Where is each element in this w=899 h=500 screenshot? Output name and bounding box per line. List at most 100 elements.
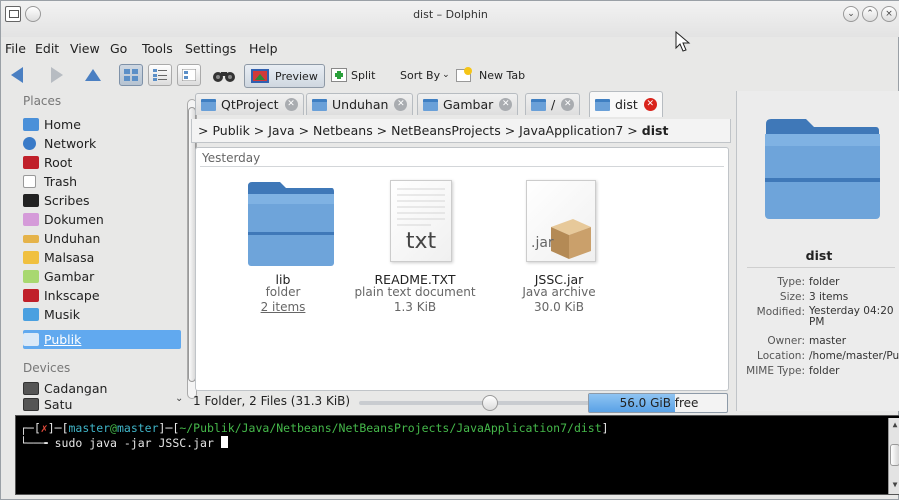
free-space-bar[interactable]: 56.0 GiB free: [588, 393, 728, 413]
menu-edit[interactable]: Edit: [35, 41, 59, 56]
info-value: 3 items: [809, 291, 849, 303]
tab-label: Unduhan: [332, 97, 389, 112]
places-header: Places: [23, 94, 62, 108]
new-tab-button[interactable]: New Tab: [456, 62, 525, 88]
tab-qtproject[interactable]: QtProject ✕: [195, 93, 304, 115]
preview-label: Preview: [275, 69, 318, 83]
close-tab-icon[interactable]: ✕: [561, 98, 575, 111]
place-publik[interactable]: Publik: [23, 330, 181, 349]
close-tab-icon[interactable]: ✕: [284, 98, 298, 111]
info-key: Modified:: [756, 306, 805, 318]
preview-icon: [251, 69, 269, 83]
downloads-folder-icon: [23, 234, 39, 243]
chevron-down-icon[interactable]: ⌄: [175, 393, 183, 404]
place-label: Home: [44, 117, 81, 132]
split-button[interactable]: Split: [331, 62, 375, 88]
place-musik[interactable]: Musik: [23, 305, 181, 324]
terminal-scroll-thumb[interactable]: [890, 444, 899, 466]
place-dokumen[interactable]: Dokumen: [23, 210, 181, 229]
place-malsasa[interactable]: Malsasa: [23, 248, 181, 267]
back-button[interactable]: [11, 62, 23, 88]
menu-tools[interactable]: Tools: [142, 41, 173, 56]
terminal-scrollbar[interactable]: ▲ ▼: [888, 418, 899, 494]
toolbar: Preview Split Sort By ⌄ New Tab: [1, 61, 899, 91]
preview-button[interactable]: Preview: [244, 64, 325, 88]
tab-bar: QtProject ✕ Unduhan ✕ Gambar ✕ / ✕ dist ✕: [191, 91, 731, 117]
forward-button[interactable]: [51, 62, 63, 88]
place-root[interactable]: Root: [23, 153, 181, 172]
public-folder-icon: [23, 333, 39, 346]
tab-unduhan[interactable]: Unduhan ✕: [306, 93, 414, 115]
icons-view-button[interactable]: [119, 64, 143, 86]
place-label: Publik: [44, 332, 82, 347]
info-key: Type:: [777, 276, 805, 288]
tab-root[interactable]: / ✕: [525, 93, 581, 115]
file-type: plain text document: [354, 285, 476, 299]
find-button[interactable]: [212, 62, 236, 88]
compact-view-button[interactable]: [148, 64, 172, 86]
place-network[interactable]: Network: [23, 134, 181, 153]
zoom-slider[interactable]: [359, 395, 589, 411]
menu-help[interactable]: Help: [249, 41, 278, 56]
terminal-command-line[interactable]: └──╼ sudo java -jar JSSC.jar: [20, 436, 228, 450]
trash-icon: [23, 175, 36, 188]
device-satu[interactable]: Satu: [23, 398, 181, 411]
place-gambar[interactable]: Gambar: [23, 267, 181, 286]
folder-icon: [312, 98, 327, 111]
place-home[interactable]: Home: [23, 115, 181, 134]
breadcrumb-path[interactable]: > Publik > Java > Netbeans > NetBeansPro…: [198, 123, 638, 138]
sort-by-label: Sort By: [400, 68, 441, 82]
place-trash[interactable]: Trash: [23, 172, 181, 191]
place-label: Trash: [44, 174, 78, 189]
device-label: Cadangan: [44, 381, 108, 396]
close-tab-icon[interactable]: ✕: [499, 98, 513, 111]
menu-settings[interactable]: Settings: [185, 41, 236, 56]
terminal-command: sudo java -jar JSSC.jar: [54, 436, 221, 450]
new-tab-label: New Tab: [479, 68, 526, 82]
malsasa-folder-icon: [23, 251, 39, 264]
title-bar[interactable]: dist – Dolphin ⌄ ⌃ ×: [1, 1, 899, 37]
zoom-slider-knob[interactable]: [482, 395, 499, 411]
tab-gambar[interactable]: Gambar ✕: [417, 93, 519, 115]
place-label: Gambar: [44, 269, 95, 284]
file-size: 30.0 KiB: [534, 300, 584, 314]
minimize-icon[interactable]: ⌄: [843, 6, 859, 22]
place-inkscape[interactable]: Inkscape: [23, 286, 181, 305]
close-window-icon[interactable]: ×: [881, 6, 897, 22]
place-label: Unduhan: [44, 231, 101, 246]
menu-go[interactable]: Go: [110, 41, 127, 56]
terminal-prompt-line: ┌─[✗]─[master@master]─[~/Publik/Java/Net…: [20, 421, 609, 435]
tab-dist[interactable]: dist ✕: [589, 91, 663, 117]
drive-icon: [23, 382, 39, 395]
home-folder-icon: [23, 118, 39, 131]
file-extra[interactable]: 2 items: [218, 300, 348, 314]
jar-glyph: .jar: [531, 235, 554, 251]
jar-file-icon: .jar: [526, 180, 596, 262]
maximize-icon[interactable]: ⌃: [862, 6, 878, 22]
breadcrumb[interactable]: > Publik > Java > Netbeans > NetBeansPro…: [191, 119, 731, 143]
details-view-button[interactable]: [177, 64, 201, 86]
place-scribes[interactable]: Scribes: [23, 191, 181, 210]
sort-by-button[interactable]: Sort By ⌄: [400, 62, 450, 88]
place-unduhan[interactable]: Unduhan: [23, 229, 181, 248]
menu-file[interactable]: File: [5, 41, 26, 56]
documents-folder-icon: [23, 213, 39, 226]
binoculars-icon: [213, 72, 235, 82]
device-label: Satu: [44, 398, 73, 411]
terminal-panel[interactable]: ┌─[✗]─[master@master]─[~/Publik/Java/Net…: [15, 415, 899, 495]
close-tab-icon[interactable]: ✕: [394, 98, 408, 111]
device-cadangan[interactable]: Cadangan: [23, 379, 181, 398]
scroll-up-icon[interactable]: ▲: [891, 420, 899, 429]
info-value: Yesterday 04:20 PM: [809, 306, 894, 328]
inkscape-folder-icon: [23, 289, 39, 302]
network-globe-icon: [23, 137, 36, 150]
tab-label: dist: [615, 97, 638, 112]
close-tab-icon[interactable]: ✕: [643, 98, 657, 111]
icons-view-icon: [124, 69, 138, 81]
details-view-icon: [182, 69, 196, 81]
place-label: Network: [44, 136, 97, 151]
scroll-down-icon[interactable]: ▼: [891, 480, 899, 489]
menu-view[interactable]: View: [70, 41, 100, 56]
file-view[interactable]: Yesterday lib folder 2 items txt README.…: [195, 147, 729, 391]
up-button[interactable]: [85, 62, 101, 88]
